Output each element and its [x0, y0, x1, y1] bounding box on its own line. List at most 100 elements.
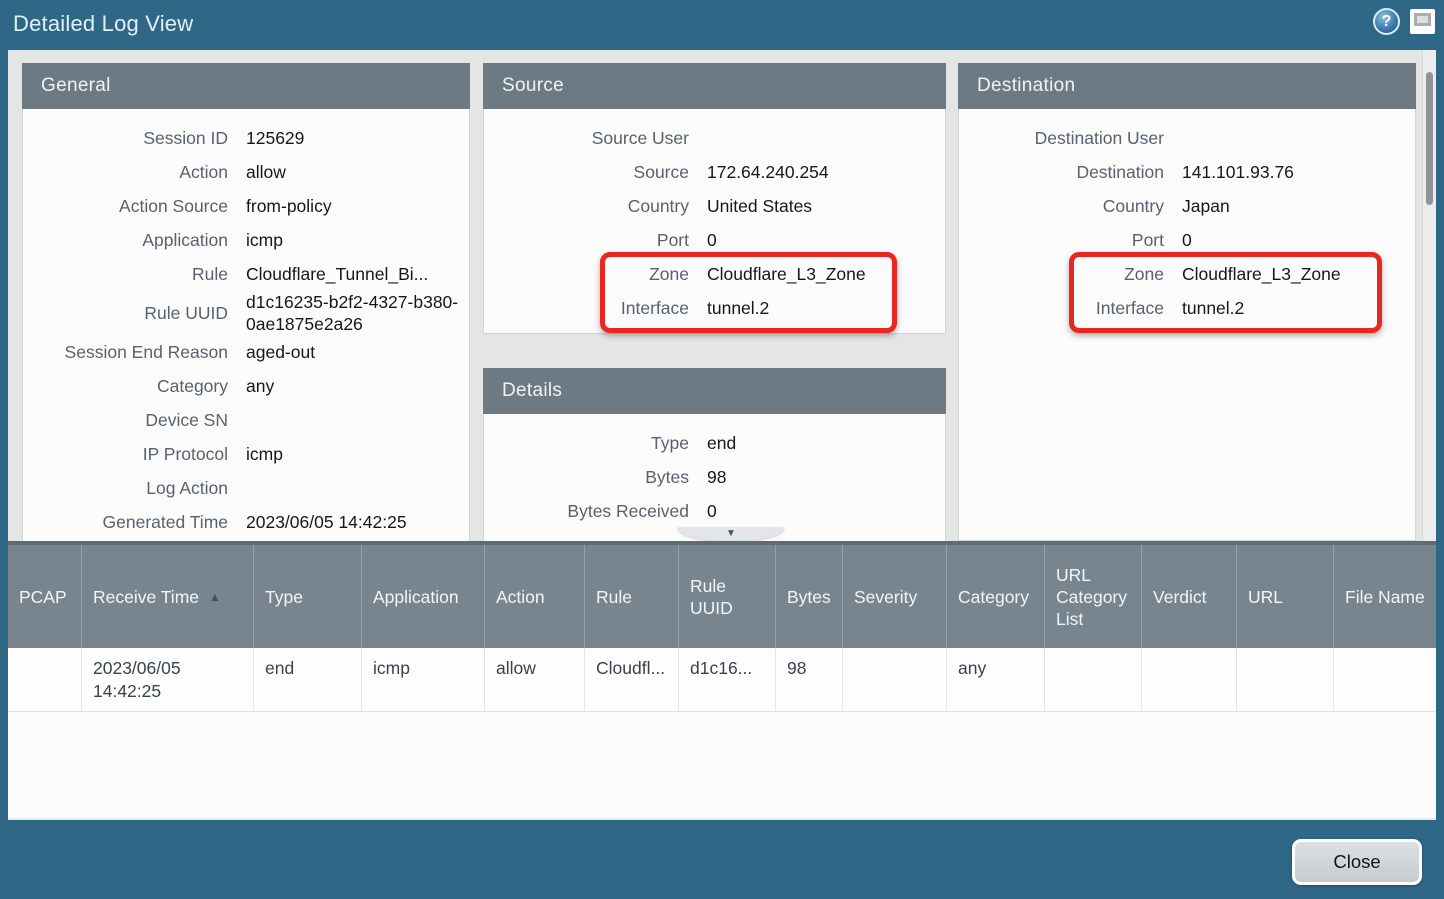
cell-application: icmp	[361, 648, 484, 712]
field-label: Rule	[23, 264, 228, 285]
column-header-rule-uuid[interactable]: Rule UUID	[678, 545, 775, 648]
field-row-category: Categoryany	[23, 369, 469, 403]
field-row-log-action: Log Action	[23, 471, 469, 505]
cell-rule: Cloudfl...	[584, 648, 678, 712]
field-value: Japan	[1182, 195, 1415, 217]
sort-ascending-icon: ▲	[209, 586, 221, 608]
field-value: Cloudflare_Tunnel_Bi...	[246, 263, 469, 285]
chevron-down-icon: ▼	[726, 529, 736, 539]
cell-rule-uuid: d1c16...	[678, 648, 775, 712]
cell-type: end	[253, 648, 361, 712]
field-value: d1c16235-b2f2-4327-b380-0ae1875e2a26	[246, 291, 469, 335]
help-icon[interactable]: ?	[1373, 8, 1400, 35]
window-restore-icon[interactable]	[1410, 9, 1435, 34]
field-value: 98	[707, 466, 945, 488]
field-label: Action Source	[23, 196, 228, 217]
field-label: Log Action	[23, 478, 228, 499]
column-header-bytes[interactable]: Bytes	[775, 545, 842, 648]
field-row-action-source: Action Source from-policy	[23, 189, 469, 223]
column-header-severity[interactable]: Severity	[842, 545, 946, 648]
field-value: end	[707, 432, 945, 454]
field-label: Generated Time	[23, 512, 228, 533]
column-header-url-category-list[interactable]: URL Category List	[1044, 545, 1141, 648]
field-label: Device SN	[23, 410, 228, 431]
vertical-scrollbar[interactable]	[1422, 50, 1436, 541]
field-value: 125629	[246, 127, 469, 149]
field-row-session-end-reason: Session End Reason aged-out	[23, 335, 469, 369]
field-label: Source User	[484, 128, 689, 149]
field-value: Cloudflare_L3_Zone	[707, 263, 945, 285]
field-row-rule: Rule Cloudflare_Tunnel_Bi...	[23, 257, 469, 291]
field-value: tunnel.2	[707, 297, 945, 319]
field-row-port: Port 0	[959, 223, 1415, 257]
field-row-source: Source 172.64.240.254	[484, 155, 945, 189]
cell-file-name	[1333, 648, 1436, 712]
field-row-bytes: Bytes98	[484, 460, 945, 494]
field-value: aged-out	[246, 341, 469, 363]
cell-pcap	[8, 648, 81, 712]
cell-category: any	[946, 648, 1044, 712]
column-header-verdict[interactable]: Verdict	[1141, 545, 1236, 648]
field-row-generated-time: Generated Time 2023/06/05 14:42:25	[23, 505, 469, 539]
field-label: Destination User	[959, 128, 1164, 149]
field-row-action: Actionallow	[23, 155, 469, 189]
field-row-ip-protocol: IP Protocolicmp	[23, 437, 469, 471]
titlebar-icons: ?	[1373, 8, 1435, 35]
cell-url	[1236, 648, 1333, 712]
column-header-pcap[interactable]: PCAP	[8, 545, 81, 648]
field-label: Country	[959, 196, 1164, 217]
table-row[interactable]: 2023/06/05 14:42:25 end icmp allow Cloud…	[8, 648, 1436, 712]
field-row-zone: Zone Cloudflare_L3_Zone	[484, 257, 945, 291]
field-label: Zone	[484, 264, 689, 285]
field-value: 141.101.93.76	[1182, 161, 1415, 183]
field-label: Rule UUID	[23, 303, 228, 324]
field-label: Interface	[484, 298, 689, 319]
column-header-action[interactable]: Action	[484, 545, 584, 648]
field-row-rule-uuid: Rule UUID d1c16235-b2f2-4327-b380-0ae1875…	[23, 291, 469, 335]
cell-action: allow	[484, 648, 584, 712]
field-row-type: Typeend	[484, 426, 945, 460]
panel-details-title: Details	[483, 368, 946, 414]
field-label: Action	[23, 162, 228, 183]
field-row-destination-user: Destination User	[959, 121, 1415, 155]
field-value: 0	[1182, 229, 1415, 251]
column-header-rule[interactable]: Rule	[584, 545, 678, 648]
column-header-category[interactable]: Category	[946, 545, 1044, 648]
field-label: Session End Reason	[23, 342, 228, 363]
field-row-port: Port 0	[484, 223, 945, 257]
field-value: any	[246, 375, 469, 397]
cell-url-category-list	[1044, 648, 1141, 712]
field-row-device-sn: Device SN	[23, 403, 469, 437]
column-header-application[interactable]: Application	[361, 545, 484, 648]
field-label: Port	[959, 230, 1164, 251]
window-restore-icon-glyph	[1414, 13, 1431, 26]
field-label: Application	[23, 230, 228, 251]
field-label: Destination	[959, 162, 1164, 183]
field-value: 2023/06/05 14:42:25	[246, 511, 469, 533]
field-row-application: Application icmp	[23, 223, 469, 257]
field-label: Zone	[959, 264, 1164, 285]
field-label: Country	[484, 196, 689, 217]
column-header-url[interactable]: URL	[1236, 545, 1333, 648]
field-row-interface: Interface tunnel.2	[484, 291, 945, 325]
field-row-interface: Interface tunnel.2	[959, 291, 1415, 325]
field-label: Source	[484, 162, 689, 183]
column-header-file-name[interactable]: File Name	[1333, 545, 1436, 648]
field-value: tunnel.2	[1182, 297, 1415, 319]
field-value: 172.64.240.254	[707, 161, 945, 183]
field-value: icmp	[246, 229, 469, 251]
column-header-receive-time[interactable]: Receive Time▲	[81, 545, 253, 648]
panel-destination-body: Destination User Destination 141.101.93.7…	[959, 109, 1415, 325]
field-label: Port	[484, 230, 689, 251]
cell-severity	[842, 648, 946, 712]
scrollbar-thumb[interactable]	[1426, 72, 1433, 205]
field-label: Bytes Received	[484, 501, 689, 522]
column-header-type[interactable]: Type	[253, 545, 361, 648]
panel-details: Details Typeend Bytes98 Bytes Received0	[483, 368, 946, 541]
close-button[interactable]: Close	[1292, 839, 1422, 885]
field-value: from-policy	[246, 195, 469, 217]
field-row-bytes-received: Bytes Received0	[484, 494, 945, 528]
field-label: Interface	[959, 298, 1164, 319]
field-value: 0	[707, 229, 945, 251]
panel-source: Source Source User Source172.64.240.254 …	[483, 63, 946, 334]
